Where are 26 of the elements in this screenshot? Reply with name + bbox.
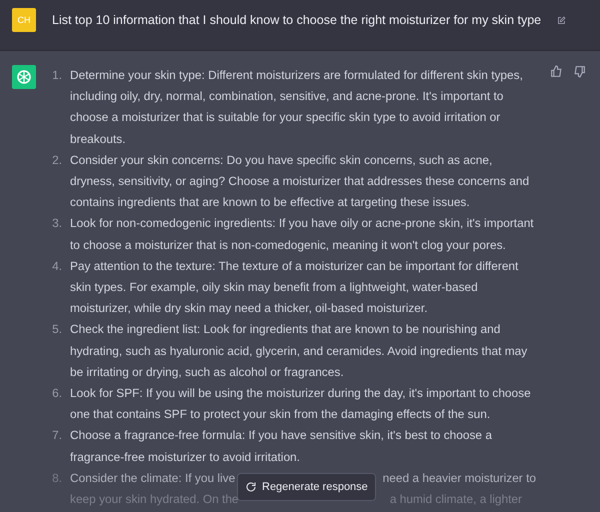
user-avatar: CH (12, 8, 36, 32)
thumbs-up-icon[interactable] (550, 65, 563, 78)
list-item-text: keep your skin hydrated. On the (70, 491, 239, 508)
list-number: 1. (52, 67, 62, 84)
list-item-text: Look for non-comedogenic ingredients: If you have oily or acne-prone skin, it's important to choose a moisturizer that is non-comedogenic, meaning it won't clog your pores. (70, 215, 534, 254)
regenerate-button[interactable]: Regenerate response (237, 473, 376, 501)
prompt-text: List top 10 information that I should know to choose the right moisturizer for my skin type (52, 12, 542, 29)
list-item-text: a humid climate, a lighter (390, 491, 522, 508)
list-item-text: Consider the climate: If you live (70, 470, 236, 487)
edit-icon[interactable] (557, 14, 566, 27)
list-number: 6. (52, 385, 62, 402)
list-item-text: Choose a fragrance-free formula: If you have sensitive skin, it's best to choose a fragrance-free moisturizer to avoid irritation. (70, 427, 493, 466)
thumbs-down-icon[interactable] (573, 65, 586, 78)
list-item-text: Check the ingredient list: Look for ingredients that are known to be nourishing and hydrating, such as hyaluronic acid, glycerin, and ceramides. Avoid ingredients that may be irritating or drying, such as alcohol or fragrances. (70, 321, 528, 381)
list-item-text: Determine your skin type: Different moisturizers are formulated for different skin types, including oily, dry, normal, combination, sensitive, and acne-prone. It's important to choose a moisturizer that is suitable for your specific skin type to avoid irritation or breakouts. (70, 67, 524, 148)
refresh-icon (245, 481, 257, 493)
list-number: 4. (52, 258, 62, 275)
list-item-text: Look for SPF: If you will be using the moisturizer during the day, it's important to choose one that contains SPF to protect your skin from the damaging effects of the sun. (70, 385, 532, 424)
list-item-text: Pay attention to the texture: The texture of a moisturizer can be important for different skin types. For example, oily skin may benefit from a lightweight, water-based moisturizer, while dry skin may need a thicker, oil-based moisturizer. (70, 258, 520, 318)
list-number: 7. (52, 427, 62, 444)
list-item-text: need a heavier moisturizer to (382, 470, 536, 487)
list-number: 2. (52, 152, 62, 169)
assistant-logo (12, 65, 36, 89)
list-number: 5. (52, 321, 62, 338)
list-item-text: Consider your skin concerns: Do you have specific skin concerns, such as acne, dryness, sensitivity, or aging? Choose a moisturizer that addresses these concerns and contains ingredients that are known to be effective at targeting these issues. (70, 152, 530, 212)
list-number: 3. (52, 215, 62, 232)
